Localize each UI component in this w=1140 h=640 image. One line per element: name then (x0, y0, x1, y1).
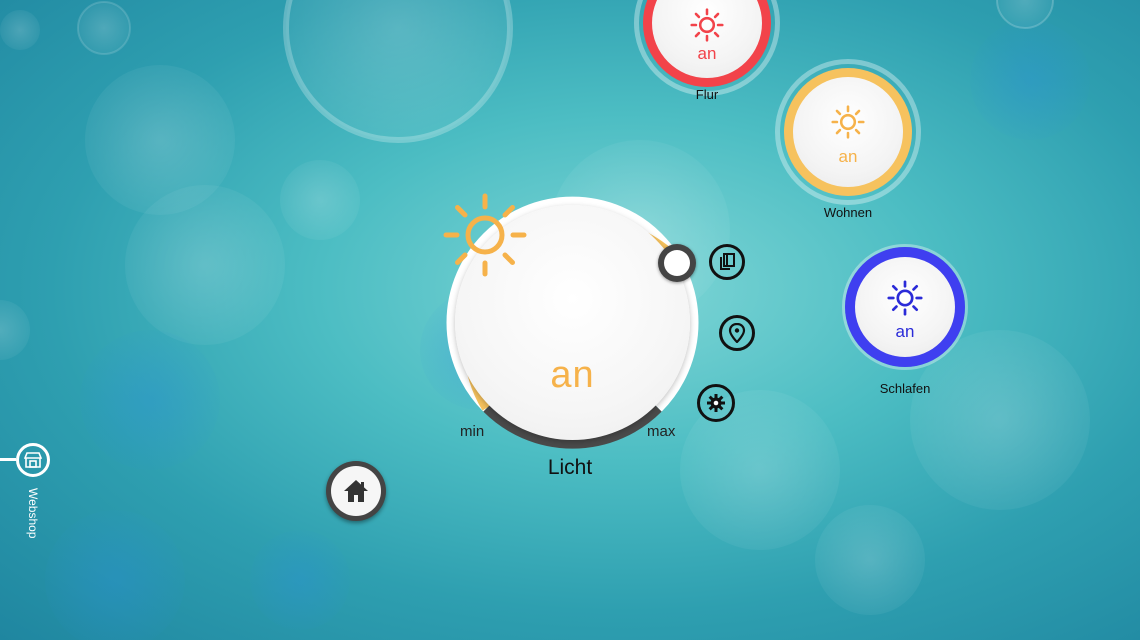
sun-icon (443, 193, 527, 277)
sun-icon (831, 105, 865, 139)
device-value-flur: an (697, 44, 717, 63)
main-light-dial[interactable]: an (440, 190, 705, 455)
dial-knob[interactable] (658, 244, 696, 282)
main-title: Licht (547, 456, 593, 479)
device-label-schlafen: Schlafen (879, 381, 931, 396)
location-pin-icon (728, 323, 746, 343)
device-value-wohnen: an (838, 147, 858, 166)
copy-icon (720, 253, 735, 270)
device-bubble-schlafen[interactable]: an (842, 244, 968, 370)
max-label: max (647, 423, 676, 440)
home-icon (344, 480, 368, 502)
shop-icon (24, 452, 42, 468)
sun-icon (690, 8, 724, 42)
device-label-wohnen: Wohnen (823, 205, 873, 220)
main-value: an (550, 354, 595, 396)
device-face-wohnen: an (793, 77, 903, 187)
webshop-label: Webshop (26, 488, 40, 539)
home-button-face (331, 466, 381, 516)
location-button[interactable] (719, 315, 755, 351)
webshop-connector (0, 458, 16, 461)
device-value-schlafen: an (895, 322, 915, 341)
webshop-button[interactable] (16, 443, 50, 477)
home-button[interactable] (326, 461, 386, 521)
device-label-flur: Flur (695, 87, 719, 102)
settings-button[interactable] (697, 384, 735, 422)
device-bubble-wohnen[interactable]: an (775, 59, 921, 205)
device-face-schlafen: an (855, 257, 955, 357)
min-label: min (460, 423, 485, 440)
gear-icon (707, 394, 725, 412)
copy-button[interactable] (709, 244, 745, 280)
sun-icon (887, 280, 923, 316)
